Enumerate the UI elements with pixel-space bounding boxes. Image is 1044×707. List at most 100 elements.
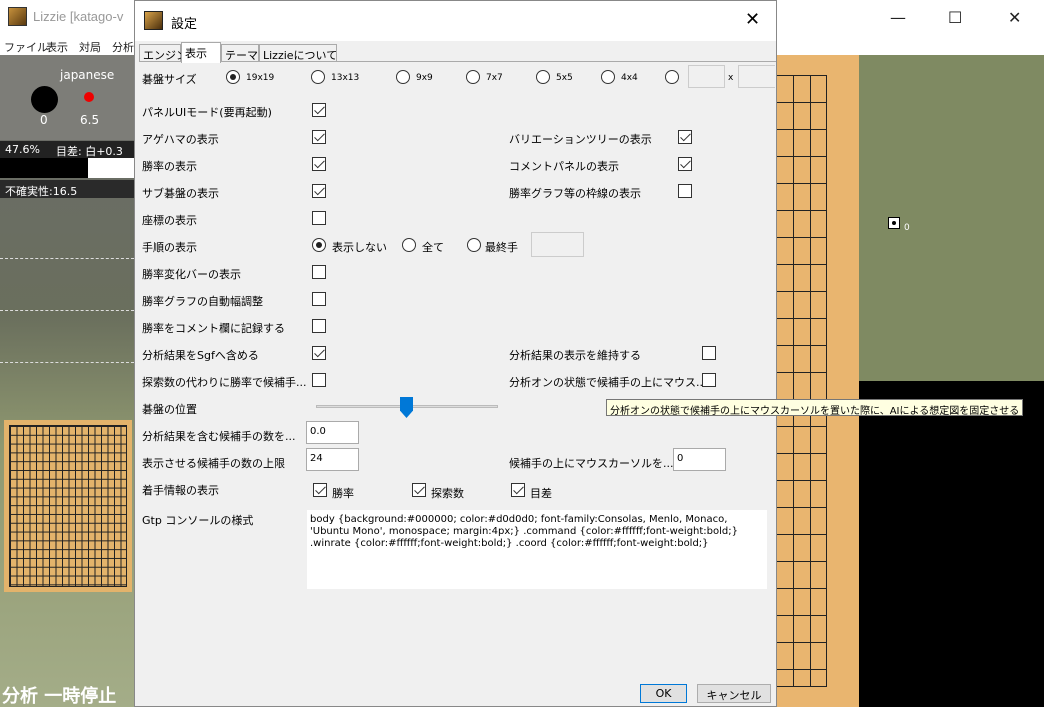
menu-game[interactable]: 対局 bbox=[79, 39, 101, 55]
ok-button[interactable]: OK bbox=[640, 684, 687, 703]
move-number-all-radio[interactable] bbox=[402, 238, 416, 252]
tab-theme[interactable]: テーマ bbox=[221, 44, 259, 62]
main-board-grid bbox=[776, 75, 827, 687]
move-info-score-checkbox[interactable] bbox=[511, 483, 525, 497]
hover-moves-input[interactable]: 0 bbox=[673, 448, 726, 471]
comment-panel bbox=[859, 381, 1044, 707]
dialog-title: 設定 bbox=[171, 17, 198, 32]
graph-gridline bbox=[0, 310, 134, 311]
board-size-custom-radio[interactable] bbox=[665, 70, 679, 84]
winrate-value: 47.6% bbox=[5, 143, 40, 156]
min-candidates-label: 分析結果を含む候補手の数を... bbox=[142, 430, 296, 443]
graph-border-label: 勝率グラフ等の枠線の表示 bbox=[509, 187, 641, 200]
keep-analysis-checkbox[interactable] bbox=[702, 346, 716, 360]
custom-height-input[interactable] bbox=[738, 65, 775, 88]
dialog-titlebar bbox=[135, 1, 776, 41]
panel-ui-checkbox[interactable] bbox=[312, 103, 326, 117]
board-size-5-label: 5x5 bbox=[556, 73, 573, 83]
board-size-9-radio[interactable] bbox=[396, 70, 410, 84]
minimize-icon[interactable]: — bbox=[890, 8, 906, 27]
tab-about[interactable]: Lizzieについて bbox=[259, 44, 337, 62]
winrate-bar-label: 勝率変化バーの表示 bbox=[142, 268, 241, 281]
move-number-all-label: 全て bbox=[422, 241, 444, 254]
move-info-playouts-label: 探索数 bbox=[431, 487, 464, 500]
max-candidates-label: 表示させる候補手の数の上限 bbox=[142, 457, 285, 470]
hover-moves-label: 候補手の上にマウスカーソルを... bbox=[509, 457, 674, 470]
tab-engine[interactable]: エンジン bbox=[139, 44, 187, 62]
uncertainty-value: 不確実性:16.5 bbox=[5, 185, 78, 198]
board-size-7-radio[interactable] bbox=[466, 70, 480, 84]
move-info-winrate-checkbox[interactable] bbox=[313, 483, 327, 497]
panel-ui-label: パネルUIモード(要再起動) bbox=[142, 106, 272, 119]
board-position-label: 碁盤の位置 bbox=[142, 403, 197, 416]
captures-display-label: アゲハマの表示 bbox=[142, 133, 219, 146]
min-candidates-input[interactable]: 0.0 bbox=[306, 421, 359, 444]
move-info-label: 着手情報の表示 bbox=[142, 484, 219, 497]
board-size-7-label: 7x7 bbox=[486, 73, 503, 83]
sub-board-display-checkbox[interactable] bbox=[312, 184, 326, 198]
keep-analysis-label: 分析結果の表示を維持する bbox=[509, 349, 641, 362]
maximize-icon[interactable]: ☐ bbox=[948, 8, 962, 27]
custom-size-separator: x bbox=[728, 73, 734, 83]
sgf-analysis-checkbox[interactable] bbox=[312, 346, 326, 360]
winrate-display-label: 勝率の表示 bbox=[142, 160, 197, 173]
sub-board[interactable] bbox=[4, 420, 132, 592]
winrate-instead-label: 探索数の代わりに勝率で候補手... bbox=[142, 376, 307, 389]
comment-panel-checkbox[interactable] bbox=[678, 157, 692, 171]
winrate-bar-checkbox[interactable] bbox=[312, 265, 326, 279]
hover-fix-label: 分析オンの状態で候補手の上にマウス... bbox=[509, 376, 707, 389]
menu-file[interactable]: ファイル bbox=[4, 39, 48, 55]
board-size-4-label: 4x4 bbox=[621, 73, 638, 83]
turn-indicator-icon bbox=[84, 92, 94, 102]
graph-border-checkbox[interactable] bbox=[678, 184, 692, 198]
tab-display[interactable]: 表示 bbox=[181, 42, 221, 63]
settings-dialog: 設定 ✕ エンジン 表示 テーマ Lizzieについて 碁盤サイズ 19x19 … bbox=[134, 0, 777, 707]
hover-fix-tooltip: 分析オンの状態で候補手の上にマウスカーソルを置いた際に、AIによる想定図を固定さ… bbox=[606, 399, 1024, 417]
analysis-status: 分析 一時停止 bbox=[2, 686, 117, 707]
move-number-none-radio[interactable] bbox=[312, 238, 326, 252]
board-size-13-radio[interactable] bbox=[311, 70, 325, 84]
menu-view[interactable]: 表示 bbox=[46, 39, 68, 55]
custom-width-input[interactable] bbox=[688, 65, 725, 88]
gtp-console-style-textarea[interactable]: body {background:#000000; color:#d0d0d0;… bbox=[307, 510, 767, 589]
winrate-instead-checkbox[interactable] bbox=[312, 373, 326, 387]
window-close-icon[interactable]: ✕ bbox=[1008, 8, 1021, 27]
comment-panel-label: コメントパネルの表示 bbox=[509, 160, 619, 173]
winrate-comment-checkbox[interactable] bbox=[312, 319, 326, 333]
board-size-label: 碁盤サイズ bbox=[142, 73, 197, 86]
rules-label: japanese bbox=[60, 68, 115, 82]
board-size-13-label: 13x13 bbox=[331, 73, 360, 83]
lizzie-logo-icon bbox=[144, 11, 163, 30]
board-size-19-radio[interactable] bbox=[226, 70, 240, 84]
graph-autowidth-checkbox[interactable] bbox=[312, 292, 326, 306]
black-stone-icon bbox=[31, 86, 58, 113]
move-number-last-radio[interactable] bbox=[467, 238, 481, 252]
move-number-label: 手順の表示 bbox=[142, 241, 197, 254]
move-number-count-input[interactable] bbox=[531, 232, 584, 257]
close-icon[interactable]: ✕ bbox=[745, 9, 760, 30]
board-size-5-radio[interactable] bbox=[536, 70, 550, 84]
hover-fix-checkbox[interactable] bbox=[702, 373, 716, 387]
winrate-display-checkbox[interactable] bbox=[312, 157, 326, 171]
background-window-title: Lizzie [katago-v bbox=[33, 9, 124, 24]
cancel-button[interactable]: キャンセル bbox=[697, 684, 771, 703]
winrate-comment-label: 勝率をコメント欄に記録する bbox=[142, 322, 285, 335]
variation-tree-checkbox[interactable] bbox=[678, 130, 692, 144]
sub-board-grid bbox=[9, 425, 127, 587]
selected-move-label: 0 bbox=[904, 223, 910, 233]
coordinates-display-checkbox[interactable] bbox=[312, 211, 326, 225]
max-candidates-input[interactable]: 24 bbox=[306, 448, 359, 471]
graph-autowidth-label: 勝率グラフの自動幅調整 bbox=[142, 295, 263, 308]
move-number-last-label: 最終手 bbox=[485, 241, 518, 254]
board-size-19-label: 19x19 bbox=[246, 73, 275, 83]
board-size-4-radio[interactable] bbox=[601, 70, 615, 84]
board-size-9-label: 9x9 bbox=[416, 73, 433, 83]
move-info-playouts-checkbox[interactable] bbox=[412, 483, 426, 497]
graph-gridline bbox=[0, 258, 134, 259]
background-right-panel bbox=[859, 55, 1044, 381]
sgf-analysis-label: 分析結果をSgfへ含める bbox=[142, 349, 259, 362]
winrate-bar-white bbox=[88, 158, 134, 178]
sub-board-display-label: サブ碁盤の表示 bbox=[142, 187, 219, 200]
captures-display-checkbox[interactable] bbox=[312, 130, 326, 144]
menu-analysis[interactable]: 分析 bbox=[112, 39, 134, 55]
